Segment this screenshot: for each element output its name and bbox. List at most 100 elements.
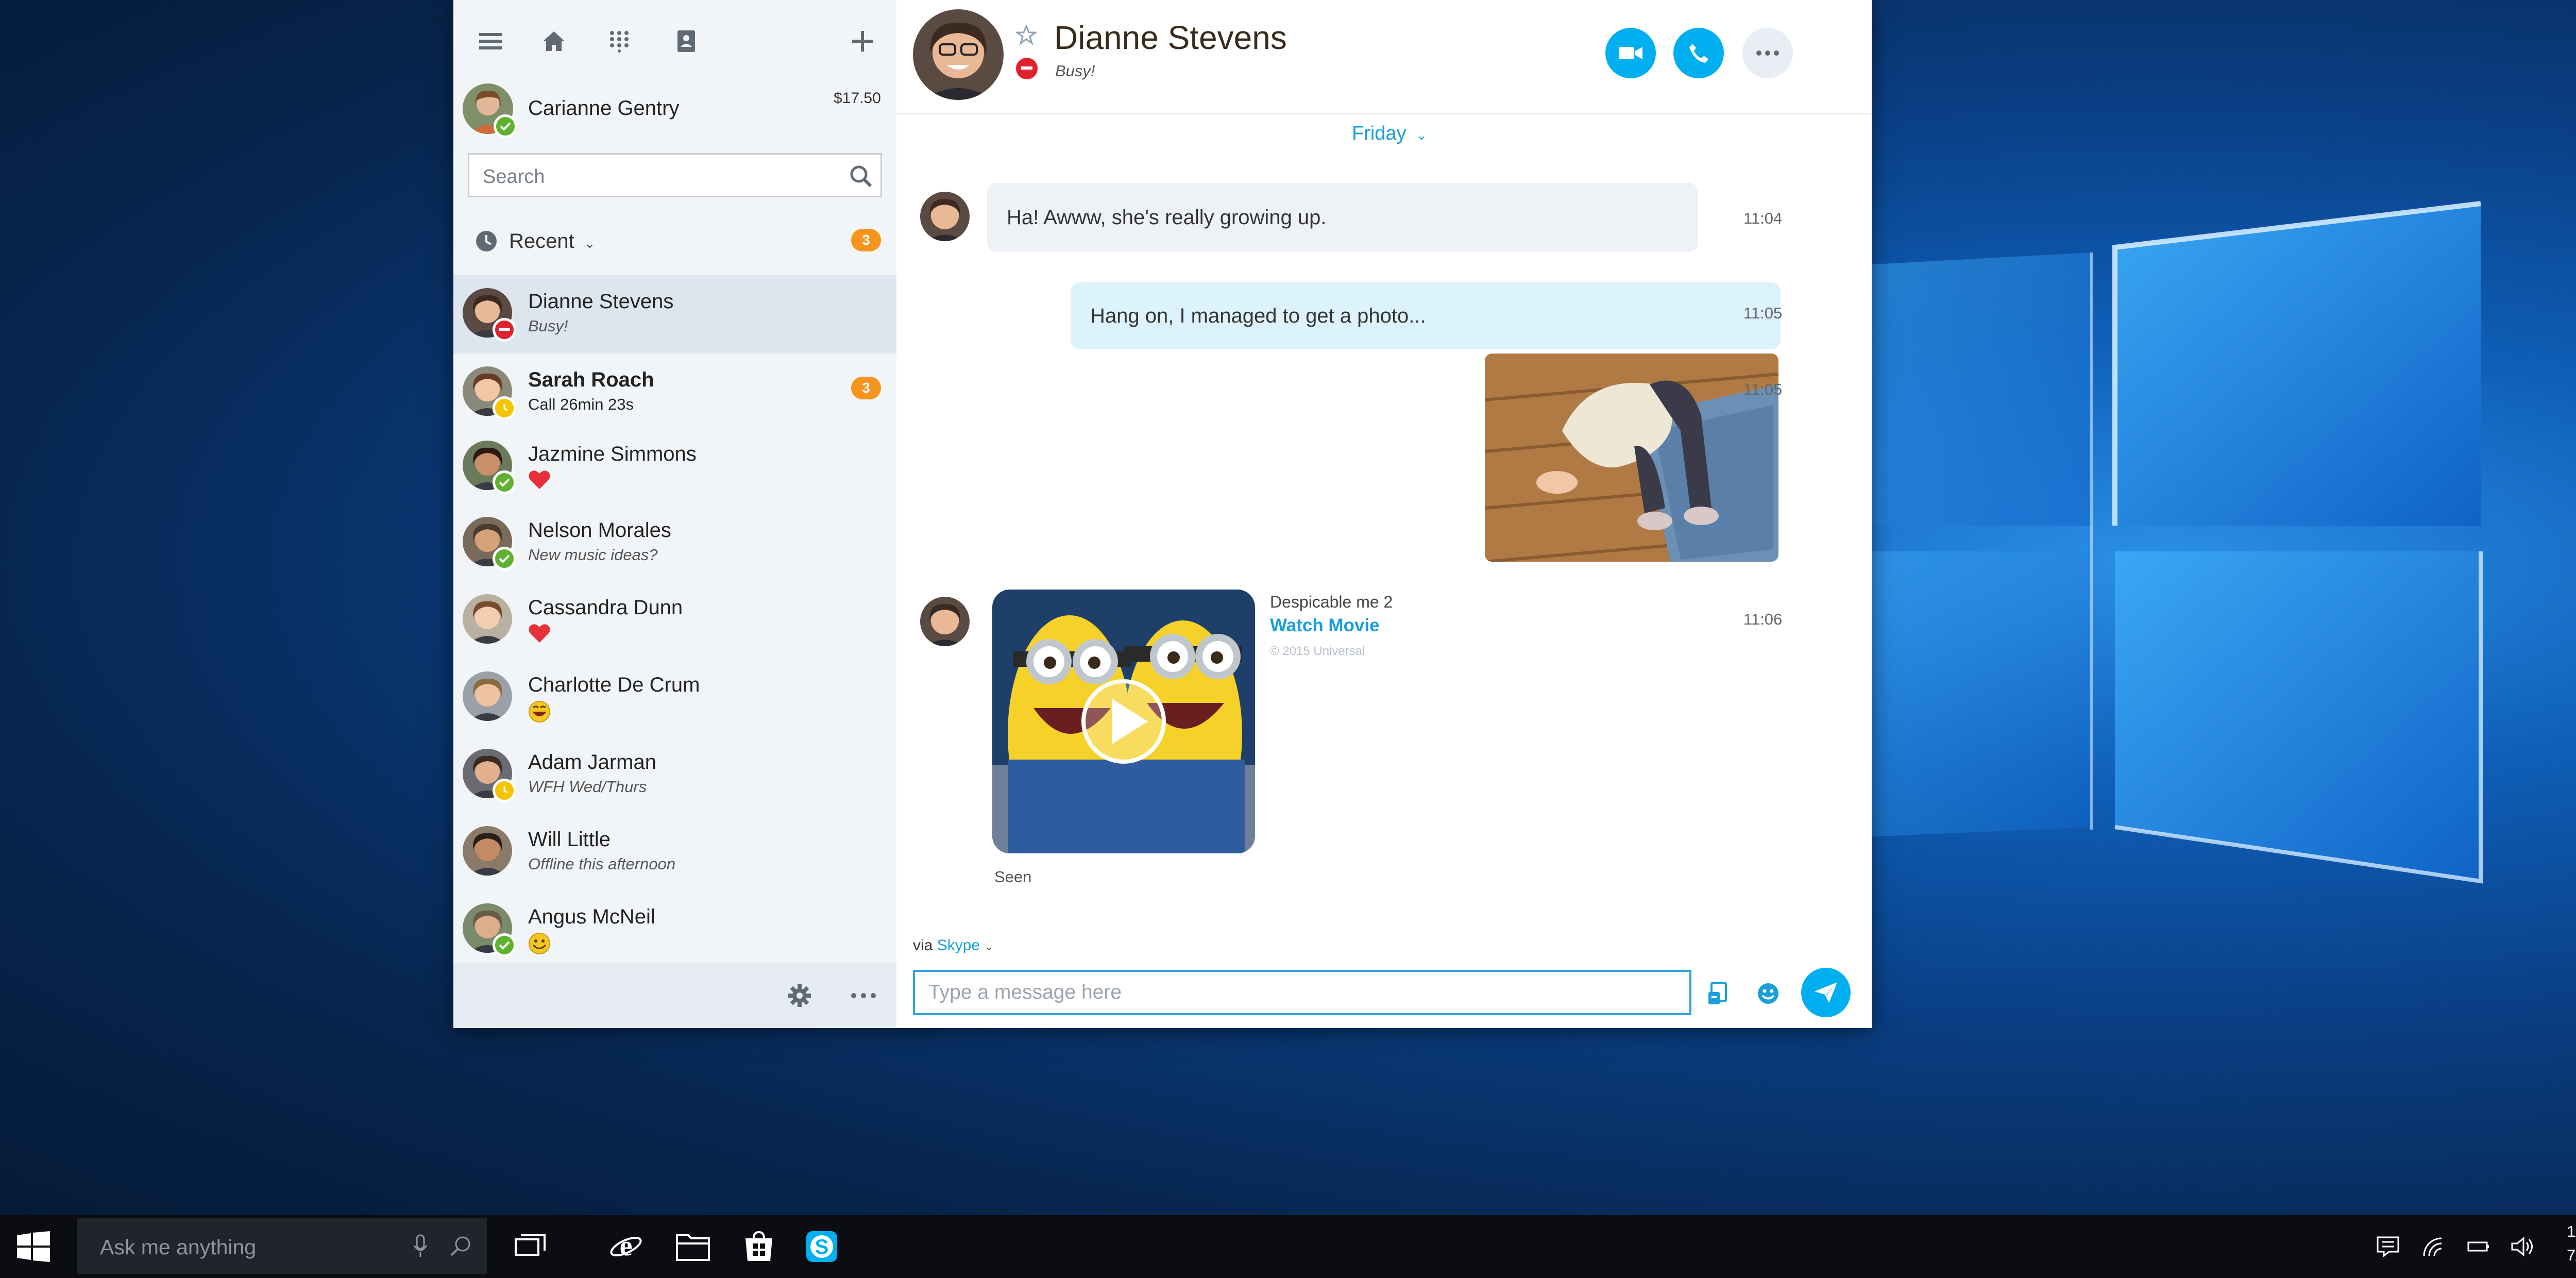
contact-item-angus-mcneil[interactable]: Angus McNeil <box>453 890 896 963</box>
contact-avatar <box>463 826 512 876</box>
send-file-icon[interactable] <box>1703 978 1734 1009</box>
skype-credit[interactable]: $17.50 <box>834 90 881 107</box>
contact-name: Jazmine Simmons <box>528 443 697 465</box>
chevron-down-icon: ⌄ <box>1416 127 1427 143</box>
chevron-down-icon: ⌄ <box>584 236 596 251</box>
battery-icon[interactable] <box>2461 1215 2497 1278</box>
chevron-down-icon: ⌄ <box>984 940 994 953</box>
message-text: Ha! Awww, she's really growing up. <box>1007 206 1327 229</box>
contact-name-title[interactable]: Dianne Stevens <box>1054 19 1287 57</box>
unread-badge: 3 <box>851 377 881 399</box>
more-options-icon[interactable] <box>847 979 880 1012</box>
message-sender-avatar[interactable] <box>920 597 970 646</box>
store-icon[interactable] <box>733 1215 785 1278</box>
dialpad-icon[interactable] <box>603 25 636 58</box>
contact-item-will-little[interactable]: Will Little Offline this afternoon <box>453 813 896 892</box>
volume-icon[interactable] <box>2505 1215 2541 1278</box>
skype-taskbar-icon[interactable]: S <box>793 1215 850 1278</box>
menu-icon-main[interactable] <box>475 26 506 57</box>
contact-status-icon <box>493 933 516 957</box>
contact-avatar <box>463 594 512 644</box>
home-icon[interactable] <box>537 25 570 58</box>
internet-explorer-icon[interactable]: e <box>600 1215 652 1278</box>
message-text: Hang on, I managed to get a photo... <box>1090 304 1426 327</box>
message-input[interactable] <box>915 972 1689 1013</box>
movie-credit: © 2015 Universal <box>1270 644 1365 658</box>
message-bubble-outgoing[interactable]: Hang on, I managed to get a photo... <box>1071 282 1781 349</box>
contact-status-icon <box>493 396 516 420</box>
audio-call-button[interactable] <box>1673 28 1724 78</box>
action-center-icon[interactable] <box>2370 1215 2406 1278</box>
contacts-book-icon[interactable] <box>670 25 703 58</box>
contact-item-adam-jarman[interactable]: Adam Jarman WFH Wed/Thurs <box>453 735 896 814</box>
microphone-icon[interactable] <box>405 1231 436 1262</box>
seen-receipt: Seen <box>994 868 1032 886</box>
favorite-star-icon[interactable] <box>1015 24 1038 46</box>
day-separator-dropdown[interactable]: Friday ⌄ <box>1352 123 1427 145</box>
sidebar-main: Carianne Gentry $17.50 Search Recent ⌄ 3… <box>453 0 896 1028</box>
clock-time[interactable]: 11:06 AM <box>2567 1222 2576 1241</box>
movie-timestamp: 11:06 <box>1743 610 1783 628</box>
contact-mood: New music ideas? <box>528 546 658 564</box>
settings-gear-icon[interactable] <box>783 979 816 1012</box>
contact-name: Dianne Stevens <box>528 290 674 313</box>
message-bubble-incoming[interactable]: Ha! Awww, she's really growing up. <box>987 183 1698 252</box>
conversation-pane: Dianne Stevens Busy! Friday ⌄ Ha! Awww, … <box>896 0 1872 1028</box>
via-service-selector[interactable]: via Skype ⌄ <box>913 937 994 954</box>
search-box[interactable]: Search <box>468 153 882 197</box>
contact-mood: WFH Wed/Thurs <box>528 778 647 796</box>
heart-emoticon-icon <box>528 623 551 646</box>
recent-filter-dropdown[interactable]: Recent ⌄ <box>509 230 596 253</box>
cortana-search-box[interactable]: Ask me anything <box>77 1218 487 1274</box>
shared-photo[interactable] <box>1485 354 1778 562</box>
task-view-icon[interactable] <box>505 1215 556 1278</box>
recent-label: Recent <box>509 230 574 253</box>
message-sender-avatar[interactable] <box>920 192 970 241</box>
send-message-button[interactable] <box>1801 968 1851 1017</box>
contact-status-icon <box>493 318 516 342</box>
contact-name: Angus McNeil <box>528 905 655 928</box>
start-button[interactable] <box>10 1215 57 1278</box>
contact-item-jazmine-simmons[interactable]: Jazmine Simmons <box>453 427 896 506</box>
watch-movie-link[interactable]: Watch Movie <box>1270 615 1380 636</box>
photo-timestamp: 11:05 <box>1743 380 1783 398</box>
contact-name: Adam Jarman <box>528 751 656 773</box>
file-explorer-icon[interactable] <box>667 1215 719 1278</box>
contact-item-nelson-morales[interactable]: Nelson Morales New music ideas? <box>453 503 896 582</box>
add-plus-icon[interactable] <box>846 25 879 58</box>
contact-mood: Call 26min 23s <box>528 395 634 413</box>
search-icon[interactable] <box>445 1231 476 1262</box>
conversation-more-button[interactable] <box>1742 28 1793 78</box>
smile-emoticon-icon <box>528 932 551 957</box>
clock-icon <box>474 229 499 254</box>
movie-thumbnail[interactable] <box>992 590 1255 853</box>
windows-taskbar: Ask me anything e S 11:06 AM 7/31/2014 <box>0 1215 2576 1278</box>
laugh-emoticon-icon <box>528 700 551 726</box>
video-call-button[interactable] <box>1605 28 1656 78</box>
profile-online-status-icon <box>494 114 517 138</box>
contact-item-charlotte-de-crum[interactable]: Charlotte De Crum <box>453 658 896 737</box>
emoticon-icon[interactable] <box>1753 978 1784 1009</box>
message-timestamp: 11:05 <box>1743 304 1783 322</box>
via-prefix: via <box>913 937 933 954</box>
contact-avatar <box>463 671 512 721</box>
contact-avatar[interactable] <box>913 9 1004 100</box>
contact-mood: Busy! <box>528 317 568 335</box>
heart-emoticon-icon <box>528 469 551 493</box>
search-icon[interactable] <box>845 161 876 192</box>
contact-item-sarah-roach[interactable]: Sarah Roach Call 26min 23s 3 <box>453 353 896 432</box>
movie-title: Despicable me 2 <box>1270 593 1393 611</box>
contact-name: Charlotte De Crum <box>528 674 700 696</box>
profile-name[interactable]: Carianne Gentry <box>528 97 679 120</box>
sidebar-bottom-bar <box>453 963 896 1028</box>
contact-name: Cassandra Dunn <box>528 596 683 619</box>
contact-status-icon <box>493 547 516 570</box>
recent-unread-badge: 3 <box>851 229 881 251</box>
search-placeholder: Search <box>483 166 545 188</box>
clock-date[interactable]: 7/31/2014 <box>2567 1246 2576 1265</box>
network-icon[interactable] <box>2415 1215 2451 1278</box>
message-composer[interactable] <box>913 970 1691 1015</box>
contact-item-dianne-stevens[interactable]: Dianne Stevens Busy! <box>453 275 896 354</box>
contact-item-cassandra-dunn[interactable]: Cassandra Dunn <box>453 581 896 660</box>
svg-text:S: S <box>815 1236 829 1258</box>
